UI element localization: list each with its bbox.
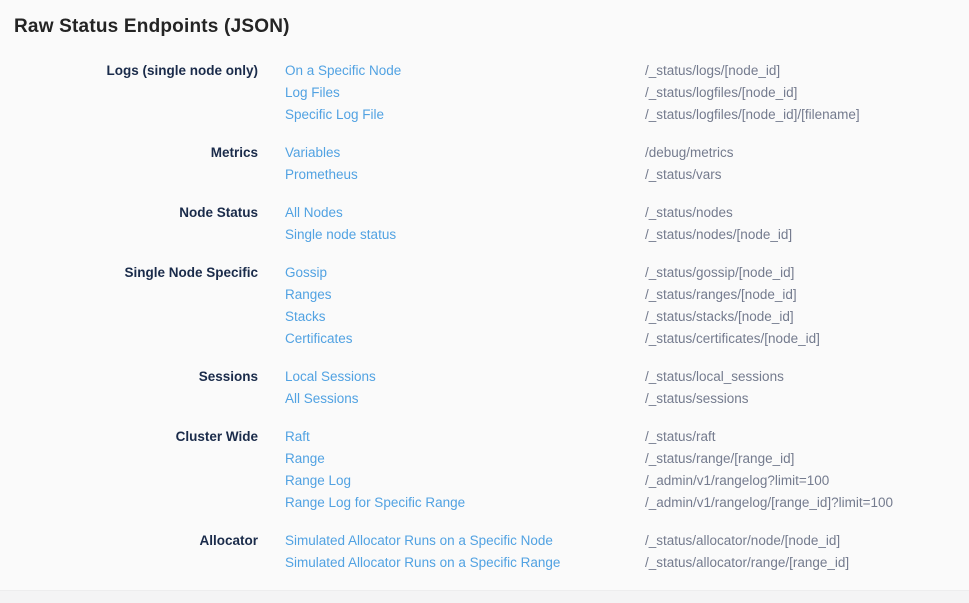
endpoint-link[interactable]: Stacks xyxy=(285,306,645,328)
endpoint-entries: All Nodes /_status/nodes Single node sta… xyxy=(285,202,969,246)
endpoint-path: /_status/allocator/node/[node_id] xyxy=(645,530,969,552)
endpoint-row: Local Sessions /_status/local_sessions xyxy=(285,366,969,388)
endpoint-row: Certificates /_status/certificates/[node… xyxy=(285,328,969,350)
endpoint-path: /_status/logfiles/[node_id] xyxy=(645,82,969,104)
endpoint-link[interactable]: Range Log xyxy=(285,470,645,492)
endpoint-link[interactable]: Ranges xyxy=(285,284,645,306)
endpoint-row: Gossip /_status/gossip/[node_id] xyxy=(285,262,969,284)
category-label: Allocator xyxy=(0,530,258,574)
endpoint-path: /_status/ranges/[node_id] xyxy=(645,284,969,306)
endpoint-path: /_status/stacks/[node_id] xyxy=(645,306,969,328)
endpoint-row: Prometheus /_status/vars xyxy=(285,164,969,186)
endpoint-path: /_admin/v1/rangelog/[range_id]?limit=100 xyxy=(645,492,969,514)
endpoint-row: Single node status /_status/nodes/[node_… xyxy=(285,224,969,246)
endpoint-link[interactable]: Log Files xyxy=(285,82,645,104)
endpoint-path: /_status/raft xyxy=(645,426,969,448)
category-label: Cluster Wide xyxy=(0,426,258,514)
endpoint-section: Allocator Simulated Allocator Runs on a … xyxy=(0,530,969,574)
endpoint-row: On a Specific Node /_status/logs/[node_i… xyxy=(285,60,969,82)
endpoint-link[interactable]: Gossip xyxy=(285,262,645,284)
endpoint-row: Stacks /_status/stacks/[node_id] xyxy=(285,306,969,328)
endpoint-section: Logs (single node only) On a Specific No… xyxy=(0,60,969,126)
endpoint-path: /_status/gossip/[node_id] xyxy=(645,262,969,284)
endpoint-path: /_status/logfiles/[node_id]/[filename] xyxy=(645,104,969,126)
endpoint-row: Variables /debug/metrics xyxy=(285,142,969,164)
endpoint-link[interactable]: Prometheus xyxy=(285,164,645,186)
endpoint-entries: Simulated Allocator Runs on a Specific N… xyxy=(285,530,969,574)
category-label: Metrics xyxy=(0,142,258,186)
endpoint-section: Node Status All Nodes /_status/nodes Sin… xyxy=(0,202,969,246)
endpoint-row: Raft /_status/raft xyxy=(285,426,969,448)
endpoint-row: Simulated Allocator Runs on a Specific N… xyxy=(285,530,969,552)
endpoint-path: /_status/logs/[node_id] xyxy=(645,60,969,82)
endpoint-link[interactable]: Local Sessions xyxy=(285,366,645,388)
page-title: Raw Status Endpoints (JSON) xyxy=(0,0,969,40)
endpoint-row: Simulated Allocator Runs on a Specific R… xyxy=(285,552,969,574)
endpoint-path: /_status/nodes xyxy=(645,202,969,224)
category-label: Logs (single node only) xyxy=(0,60,258,126)
endpoint-link[interactable]: Simulated Allocator Runs on a Specific R… xyxy=(285,552,645,574)
endpoint-section: Cluster Wide Raft /_status/raft Range /_… xyxy=(0,426,969,514)
endpoint-path: /_status/sessions xyxy=(645,388,969,410)
endpoint-section: Metrics Variables /debug/metrics Prometh… xyxy=(0,142,969,186)
endpoint-entries: Local Sessions /_status/local_sessions A… xyxy=(285,366,969,410)
endpoint-path: /_status/certificates/[node_id] xyxy=(645,328,969,350)
category-label: Node Status xyxy=(0,202,258,246)
endpoint-section: Sessions Local Sessions /_status/local_s… xyxy=(0,366,969,410)
endpoint-link[interactable]: Variables xyxy=(285,142,645,164)
endpoint-path: /debug/metrics xyxy=(645,142,969,164)
endpoint-row: Range /_status/range/[range_id] xyxy=(285,448,969,470)
endpoint-row: Specific Log File /_status/logfiles/[nod… xyxy=(285,104,969,126)
endpoint-entries: Variables /debug/metrics Prometheus /_st… xyxy=(285,142,969,186)
endpoint-path: /_status/nodes/[node_id] xyxy=(645,224,969,246)
endpoint-row: Range Log /_admin/v1/rangelog?limit=100 xyxy=(285,470,969,492)
endpoint-row: Ranges /_status/ranges/[node_id] xyxy=(285,284,969,306)
endpoint-link[interactable]: Range xyxy=(285,448,645,470)
endpoint-link[interactable]: All Nodes xyxy=(285,202,645,224)
endpoint-link[interactable]: Single node status xyxy=(285,224,645,246)
endpoint-row: Log Files /_status/logfiles/[node_id] xyxy=(285,82,969,104)
endpoint-section: Single Node Specific Gossip /_status/gos… xyxy=(0,262,969,350)
category-label: Sessions xyxy=(0,366,258,410)
endpoint-link[interactable]: All Sessions xyxy=(285,388,645,410)
endpoint-sections: Logs (single node only) On a Specific No… xyxy=(0,60,969,574)
endpoint-entries: On a Specific Node /_status/logs/[node_i… xyxy=(285,60,969,126)
endpoint-link[interactable]: Raft xyxy=(285,426,645,448)
endpoint-link[interactable]: Specific Log File xyxy=(285,104,645,126)
endpoint-row: Range Log for Specific Range /_admin/v1/… xyxy=(285,492,969,514)
endpoint-link[interactable]: Certificates xyxy=(285,328,645,350)
endpoint-path: /_status/vars xyxy=(645,164,969,186)
endpoint-link[interactable]: Range Log for Specific Range xyxy=(285,492,645,514)
endpoint-path: /_status/range/[range_id] xyxy=(645,448,969,470)
endpoint-row: All Nodes /_status/nodes xyxy=(285,202,969,224)
endpoint-path: /_status/local_sessions xyxy=(645,366,969,388)
bottom-strip xyxy=(0,590,969,603)
endpoint-link[interactable]: Simulated Allocator Runs on a Specific N… xyxy=(285,530,645,552)
endpoint-path: /_status/allocator/range/[range_id] xyxy=(645,552,969,574)
endpoint-entries: Raft /_status/raft Range /_status/range/… xyxy=(285,426,969,514)
endpoint-row: All Sessions /_status/sessions xyxy=(285,388,969,410)
endpoint-link[interactable]: On a Specific Node xyxy=(285,60,645,82)
category-label: Single Node Specific xyxy=(0,262,258,350)
endpoint-entries: Gossip /_status/gossip/[node_id] Ranges … xyxy=(285,262,969,350)
endpoint-path: /_admin/v1/rangelog?limit=100 xyxy=(645,470,969,492)
